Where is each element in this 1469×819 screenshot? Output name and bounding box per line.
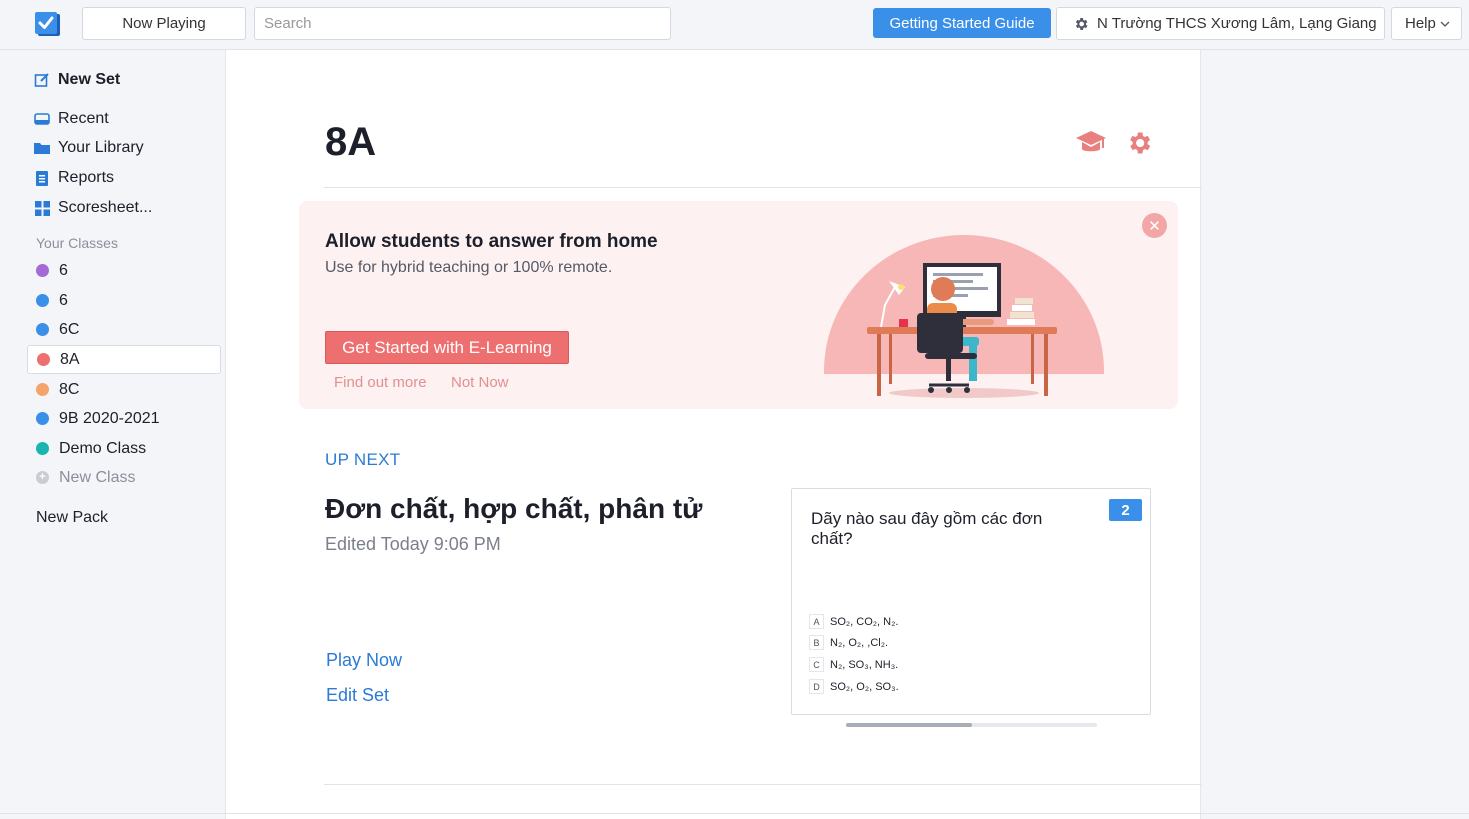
app-logo-icon[interactable] xyxy=(34,11,62,37)
sidebar-item-your-library[interactable]: Your Library xyxy=(34,137,144,159)
class-color-dot xyxy=(36,442,49,455)
sidebar-class-6-second[interactable]: 6 xyxy=(27,286,221,315)
option-letter: D xyxy=(809,679,824,694)
answer-option: D SO₂, O₂, SO₃. xyxy=(809,679,899,694)
class-label: 8C xyxy=(59,380,80,398)
class-label: 8A xyxy=(60,350,80,368)
banner-subtitle: Use for hybrid teaching or 100% remote. xyxy=(325,259,613,276)
sidebar-item-label: Scoresheet... xyxy=(58,199,153,216)
divider xyxy=(324,784,1202,785)
banner-title: Allow students to answer from home xyxy=(325,231,658,252)
class-color-dot xyxy=(36,323,49,336)
edit-set-link[interactable]: Edit Set xyxy=(326,685,389,706)
sidebar-class-9b[interactable]: 9B 2020-2021 xyxy=(27,404,221,433)
answer-option: B N₂, O₂, ,Cl₂. xyxy=(809,635,888,650)
class-settings-gear-icon[interactable] xyxy=(1125,129,1153,157)
help-label: Help xyxy=(1405,15,1436,32)
option-text: N₂, O₂, ,Cl₂. xyxy=(830,636,889,649)
option-letter: C xyxy=(809,657,824,672)
sidebar-class-6c[interactable]: 6C xyxy=(27,315,221,344)
sidebar-item-label: Your Library xyxy=(58,139,144,156)
sidebar-class-8a[interactable]: 8A xyxy=(27,345,221,374)
sidebar-item-label: Recent xyxy=(58,110,109,127)
option-text: N₂, SO₃, NH₃. xyxy=(830,658,899,671)
new-pack-button[interactable]: New Pack xyxy=(36,507,108,529)
close-icon: ✕ xyxy=(1148,217,1161,235)
scoresheet-icon xyxy=(34,200,50,216)
graduation-cap-icon[interactable] xyxy=(1075,129,1107,157)
class-color-dot xyxy=(36,264,49,277)
account-menu-button[interactable]: N Trường THCS Xương Lâm, Lạng Giang xyxy=(1056,7,1385,40)
elearning-banner: Allow students to answer from home Use f… xyxy=(299,201,1178,409)
sidebar-item-new-set[interactable]: New Set xyxy=(34,69,120,91)
new-set-label: New Set xyxy=(58,71,121,88)
recent-icon xyxy=(34,111,50,127)
class-color-dot xyxy=(36,412,49,425)
window-bottom-edge xyxy=(0,813,1469,814)
sidebar-item-label: Reports xyxy=(58,169,115,186)
folder-icon xyxy=(34,140,50,156)
not-now-link[interactable]: Not Now xyxy=(451,374,509,391)
slide-preview-card[interactable]: Dãy nào sau đây gồm các đơn chất? 2 A SO… xyxy=(791,488,1151,715)
slide-question: Dãy nào sau đây gồm các đơn chất? xyxy=(811,509,1043,548)
chevron-down-icon xyxy=(1440,21,1450,27)
set-edited-timestamp: Edited Today 9:06 PM xyxy=(325,534,501,554)
school-name-label: N Trường THCS Xương Lâm, Lạng Giang xyxy=(1097,15,1377,32)
page-title: 8A xyxy=(325,120,377,164)
get-started-elearning-button[interactable]: Get Started with E-Learning xyxy=(325,331,569,364)
reports-icon xyxy=(34,170,50,186)
new-class-label: New Class xyxy=(59,468,136,486)
sidebar-item-scoresheet[interactable]: Scoresheet... xyxy=(34,197,152,219)
answer-option: C N₂, SO₃, NH₃. xyxy=(809,657,898,672)
edit-icon xyxy=(34,72,50,88)
option-text: SO₂, CO₂, N₂. xyxy=(830,615,899,628)
your-classes-heading: Your Classes xyxy=(36,235,118,251)
class-color-dot xyxy=(36,294,49,307)
remote-teaching-illustration xyxy=(824,235,1104,398)
top-bar: Now Playing Getting Started Guide N Trườ… xyxy=(0,0,1469,50)
option-text: SO₂, O₂, SO₃. xyxy=(830,680,899,693)
option-letter: A xyxy=(809,614,824,629)
option-letter: B xyxy=(809,635,824,650)
sidebar-class-8c[interactable]: 8C xyxy=(27,375,221,404)
divider xyxy=(324,187,1202,188)
sidebar: New Set Recent Your Library Reports Scor… xyxy=(0,51,225,819)
answer-option: A SO₂, CO₂, N₂. xyxy=(809,614,898,629)
gear-icon xyxy=(1075,17,1088,30)
up-next-label: UP NEXT xyxy=(325,450,401,469)
play-now-link[interactable]: Play Now xyxy=(326,650,402,671)
plus-icon: + xyxy=(36,471,49,484)
find-out-more-link[interactable]: Find out more xyxy=(334,374,427,391)
main-panel: 8A Allow students to answer from home Us… xyxy=(225,50,1202,819)
class-color-dot xyxy=(37,353,50,366)
search-input[interactable] xyxy=(254,7,671,40)
slide-carousel-scroll-thumb[interactable] xyxy=(846,723,972,727)
class-label: 9B 2020-2021 xyxy=(59,409,160,427)
new-pack-label: New Pack xyxy=(36,509,109,526)
slide-carousel-scrollbar[interactable] xyxy=(846,723,1097,727)
now-playing-button[interactable]: Now Playing xyxy=(82,7,246,40)
getting-started-guide-button[interactable]: Getting Started Guide xyxy=(873,8,1051,38)
slide-number-badge: 2 xyxy=(1109,499,1142,521)
class-label: 6 xyxy=(59,261,68,279)
class-label: 6C xyxy=(59,320,80,338)
class-label: Demo Class xyxy=(59,439,147,457)
sidebar-item-recent[interactable]: Recent xyxy=(34,108,109,130)
sidebar-item-reports[interactable]: Reports xyxy=(34,167,114,189)
sidebar-class-6[interactable]: 6 xyxy=(27,256,221,285)
sidebar-class-demo[interactable]: Demo Class xyxy=(27,434,221,463)
class-label: 6 xyxy=(59,291,68,309)
help-menu-button[interactable]: Help xyxy=(1391,7,1462,40)
class-color-dot xyxy=(36,383,49,396)
new-class-button[interactable]: + New Class xyxy=(27,463,221,492)
close-banner-button[interactable]: ✕ xyxy=(1142,213,1167,238)
set-title: Đơn chất, hợp chất, phân tử xyxy=(325,493,703,524)
